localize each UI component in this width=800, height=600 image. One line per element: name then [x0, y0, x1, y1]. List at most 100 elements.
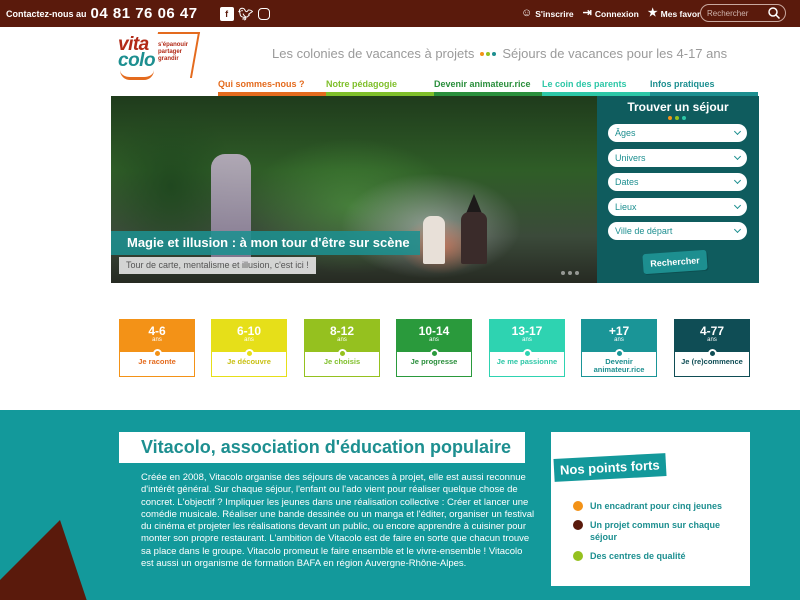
age-group-label: Je choisis: [323, 357, 361, 366]
about-title: Vitacolo, association d'éducation popula…: [119, 432, 525, 463]
strength-label: Des centres de qualité: [590, 551, 686, 561]
departure-city-select[interactable]: Ville de départ: [608, 222, 747, 240]
age-unit: ans: [152, 337, 162, 343]
search-button[interactable]: Rechercher: [642, 249, 708, 275]
search-icon[interactable]: [767, 6, 781, 20]
logo-line-colo: colo: [118, 50, 156, 71]
select-label: Âges: [615, 128, 636, 138]
main-nav: Qui sommes-nous ? Notre pédagogie Deveni…: [218, 78, 758, 96]
login-icon: ⇥: [582, 7, 592, 19]
login-link[interactable]: ⇥ Connexion: [583, 8, 639, 19]
signup-link[interactable]: ☺ S'inscrire: [521, 8, 574, 19]
strengths-list: Un encadrant pour cinq jeunes Un projet c…: [573, 500, 743, 569]
age-range-header: 6-10 ans: [212, 320, 286, 352]
logo-tag-2: partager: [158, 49, 183, 55]
user-plus-icon: ☺: [521, 7, 533, 19]
finder-title: Trouver un séjour: [627, 100, 729, 114]
site-tagline: Les colonies de vacances à projets Séjou…: [272, 46, 727, 61]
strength-item: Un encadrant pour cinq jeunes: [573, 500, 743, 512]
finder-dots: [668, 116, 686, 120]
age-range: 8-12: [329, 324, 355, 338]
age-range-header: 8-12 ans: [305, 320, 379, 352]
age-unit: ans: [429, 337, 439, 343]
contact-label: Contactez-nous au: [6, 8, 87, 19]
nav-item-pedagogie[interactable]: Notre pédagogie: [326, 78, 434, 96]
logo-swirl: [120, 70, 154, 80]
search-input[interactable]: [707, 8, 765, 19]
bullet-icon: [573, 551, 583, 561]
nav-label: Qui sommes-nous ?: [218, 79, 305, 89]
top-bar: Contactez-nous au 04 81 76 06 47 f 🐦︎ ☺ …: [0, 0, 800, 27]
about-section: Vitacolo, association d'éducation popula…: [0, 410, 800, 600]
vitacolo-logo[interactable]: vita colo s'épanouir partager grandir: [118, 32, 201, 82]
hero-caption[interactable]: Magie et illusion : à mon tour d'être su…: [111, 231, 420, 255]
twitter-icon[interactable]: 🐦︎: [238, 7, 253, 21]
strength-label: Un encadrant pour cinq jeunes: [590, 501, 723, 511]
chevron-down-icon: [733, 176, 742, 185]
age-group-label: Devenir animateur.rice: [593, 357, 645, 374]
age-group-label: Je découvre: [227, 357, 271, 366]
nav-label: Notre pédagogie: [326, 79, 398, 89]
lieux-select[interactable]: Lieux: [608, 198, 747, 216]
select-label: Lieux: [615, 202, 637, 212]
instagram-icon[interactable]: [257, 7, 270, 20]
age-group-label: Je me passionne: [496, 357, 558, 366]
ages-select[interactable]: Âges: [608, 124, 747, 142]
age-range: 13-17: [511, 324, 543, 338]
strength-item: Un projet commun sur chaque séjour: [573, 519, 743, 543]
star-icon: ★: [647, 7, 658, 19]
age-group-label: Je raconte: [138, 357, 176, 366]
strength-label: Un projet commun sur chaque séjour: [590, 520, 721, 542]
facebook-icon[interactable]: f: [219, 6, 234, 21]
find-stay-panel: Trouver un séjour Âges Univers Dates Lie…: [597, 96, 759, 283]
age-unit: ans: [337, 337, 347, 343]
signup-label: S'inscrire: [535, 8, 574, 19]
age-range: 6-10: [236, 324, 262, 338]
strengths-title: Nos points forts: [553, 453, 667, 482]
age-group-card[interactable]: 8-12 ans Je choisis: [304, 319, 380, 377]
nav-item-qui-sommes-nous[interactable]: Qui sommes-nous ?: [218, 78, 326, 96]
dates-select[interactable]: Dates: [608, 173, 747, 191]
nav-item-coin-des-parents[interactable]: Le coin des parents: [542, 78, 650, 96]
age-range: 4-77: [699, 324, 725, 338]
age-range-header: 13-17 ans: [490, 320, 564, 352]
age-group-card[interactable]: 4-6 ans Je raconte: [119, 319, 195, 377]
age-group-card[interactable]: 10-14 ans Je progresse: [396, 319, 472, 377]
age-group-card[interactable]: +17 ans Devenir animateur.rice: [581, 319, 657, 377]
nav-label: Infos pratiques: [650, 79, 715, 89]
decorative-wedge: [0, 520, 90, 600]
logo-tagline: s'épanouir partager grandir: [158, 42, 188, 63]
chevron-down-icon: [733, 152, 742, 161]
age-range-header: 10-14 ans: [397, 320, 471, 352]
age-range-header: 4-77 ans: [675, 320, 749, 352]
user-links: ☺ S'inscrire ⇥ Connexion ★ Mes favoris: [521, 0, 707, 27]
nav-item-infos-pratiques[interactable]: Infos pratiques: [650, 78, 758, 96]
nav-label: Devenir animateur.rice: [434, 79, 531, 89]
age-group-card[interactable]: 13-17 ans Je me passionne: [489, 319, 565, 377]
age-group-card[interactable]: 4-77 ans Je (re)commence: [674, 319, 750, 377]
chevron-down-icon: [733, 225, 742, 234]
strength-item: Des centres de qualité: [573, 550, 743, 562]
age-range: 10-14: [418, 324, 450, 338]
age-unit: ans: [522, 337, 532, 343]
nav-item-devenir-animateur[interactable]: Devenir animateur.rice: [434, 78, 542, 96]
search-box: [700, 4, 786, 22]
age-unit: ans: [614, 337, 624, 343]
hero-slide[interactable]: Magie et illusion : à mon tour d'être su…: [111, 96, 597, 283]
select-label: Ville de départ: [615, 226, 673, 236]
hero-pager[interactable]: [561, 271, 579, 275]
age-unit: ans: [707, 337, 717, 343]
bullet-icon: [573, 501, 583, 511]
age-group-card[interactable]: 6-10 ans Je découvre: [211, 319, 287, 377]
tagline-right: Séjours de vacances pour les 4-17 ans: [502, 46, 728, 61]
univers-select[interactable]: Univers: [608, 149, 747, 167]
select-label: Dates: [615, 177, 639, 187]
age-range-header: +17 ans: [582, 320, 656, 352]
bullet-icon: [573, 520, 583, 530]
logo-tag-3: grandir: [158, 56, 179, 62]
phone-number[interactable]: 04 81 76 06 47: [91, 5, 198, 22]
hero-figure: [423, 216, 445, 264]
strengths-panel: Nos points forts Un encadrant pour cinq …: [551, 432, 750, 586]
tagline-left: Les colonies de vacances à projets: [272, 46, 475, 61]
favorites-link[interactable]: ★ Mes favoris: [648, 8, 708, 19]
